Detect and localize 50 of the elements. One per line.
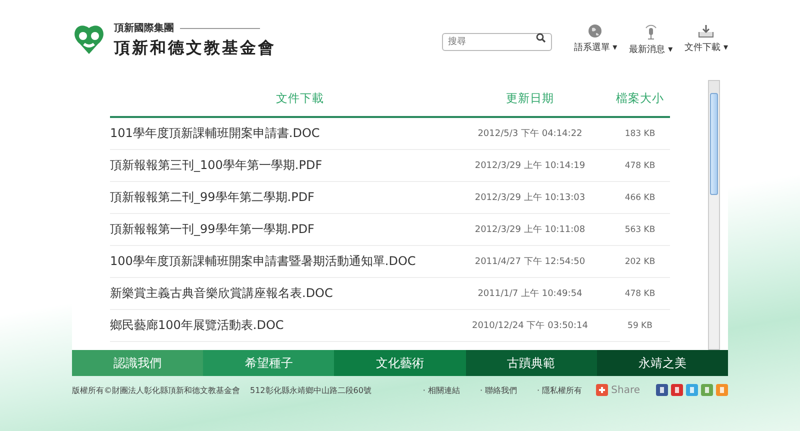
column-header: 更新日期	[505, 90, 555, 106]
file-size: 59 KB	[626, 320, 654, 330]
file-size: 478 KB	[624, 288, 656, 298]
file-size: 563 KB	[624, 224, 656, 234]
search-icon	[536, 33, 546, 43]
download-tray-icon	[698, 24, 714, 38]
column-header: 檔案大小	[615, 90, 665, 106]
footer-link[interactable]: · 聯絡我們	[480, 384, 518, 396]
scrollbar[interactable]	[708, 80, 720, 350]
nav-tab[interactable]: 希望種子	[203, 350, 334, 376]
search-field[interactable]: 搜尋	[442, 33, 552, 51]
file-link[interactable]: 101學年度頂新課輔班開案申請書.DOC	[110, 125, 450, 142]
file-link[interactable]: 頂新報報第三刊_100學年第一學期.PDF	[110, 157, 450, 174]
menu-dropdown[interactable]: 最新消息 ▾	[629, 24, 673, 56]
update-date: 2012/3/29 上午 10:13:03	[474, 192, 586, 204]
file-size: 466 KB	[624, 192, 656, 202]
file-link[interactable]: 鄉民藝廊100年展覽活動表.DOC	[110, 317, 450, 334]
file-link[interactable]: 100學年度頂新課輔班開案申請書暨暑期活動通知單.DOC	[110, 253, 450, 270]
plus-icon[interactable]	[596, 384, 608, 396]
file-link[interactable]: 頂新報報第一刊_99學年第一學期.PDF	[110, 221, 450, 238]
social-icon[interactable]	[656, 384, 668, 396]
update-date: 2011/4/27 下午 12:54:50	[474, 256, 586, 268]
file-size: 183 KB	[624, 128, 656, 138]
file-link[interactable]: 頂新報報第二刊_99學年第二學期.PDF	[110, 189, 450, 206]
nav-tab[interactable]: 永靖之美	[596, 350, 728, 376]
update-date: 2012/5/3 下午 04:14:22	[476, 128, 584, 140]
menu-dropdown[interactable]: 語系選單 ▾	[574, 24, 618, 56]
update-date: 2012/3/29 上午 10:14:19	[474, 160, 586, 172]
logo-icon	[72, 24, 106, 56]
nav-tab[interactable]: 文化藝術	[334, 350, 466, 376]
file-size: 478 KB	[624, 160, 656, 170]
menu-dropdown[interactable]: 文件下載 ▾	[684, 24, 728, 56]
social-icon[interactable]	[671, 384, 683, 396]
social-icon[interactable]	[701, 384, 713, 396]
footer-link[interactable]: · 隱私權所有	[537, 384, 582, 396]
update-date: 2012/3/29 上午 10:11:08	[474, 224, 586, 236]
nav-tab[interactable]: 古蹟典範	[466, 350, 597, 376]
address-text: 512彰化縣永靖鄉中山路二段60號	[250, 384, 372, 396]
organization-name: 頂新和德文教基金會	[114, 38, 276, 59]
update-date: 2010/12/24 下午 03:50:14	[470, 320, 589, 332]
copyright-text: 版權所有©財團法人彰化縣頂新和德文教基金會	[72, 384, 240, 396]
globe-icon	[588, 24, 602, 38]
update-date: 2011/1/7 上午 10:49:54	[476, 288, 584, 300]
column-header: 文件下載	[275, 90, 325, 106]
footer-link[interactable]: · 相關連結	[422, 384, 460, 396]
group-name: 頂新國際集團	[114, 21, 174, 35]
file-size: 202 KB	[624, 256, 656, 266]
file-link[interactable]: 新樂賞主義古典音樂欣賞講座報名表.DOC	[110, 285, 450, 302]
social-icon[interactable]	[686, 384, 698, 396]
microphone-icon	[644, 24, 658, 40]
